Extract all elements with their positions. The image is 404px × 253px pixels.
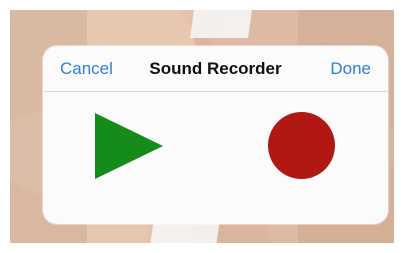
done-button[interactable]: Done bbox=[330, 59, 371, 79]
sound-recorder-dialog: Cancel Sound Recorder Done bbox=[43, 46, 388, 224]
dialog-header: Cancel Sound Recorder Done bbox=[43, 46, 388, 92]
record-button[interactable] bbox=[268, 112, 335, 179]
controls-area bbox=[43, 92, 388, 224]
record-icon bbox=[268, 112, 335, 179]
play-icon bbox=[95, 113, 163, 179]
play-button[interactable] bbox=[95, 113, 163, 179]
cancel-button[interactable]: Cancel bbox=[60, 59, 113, 79]
